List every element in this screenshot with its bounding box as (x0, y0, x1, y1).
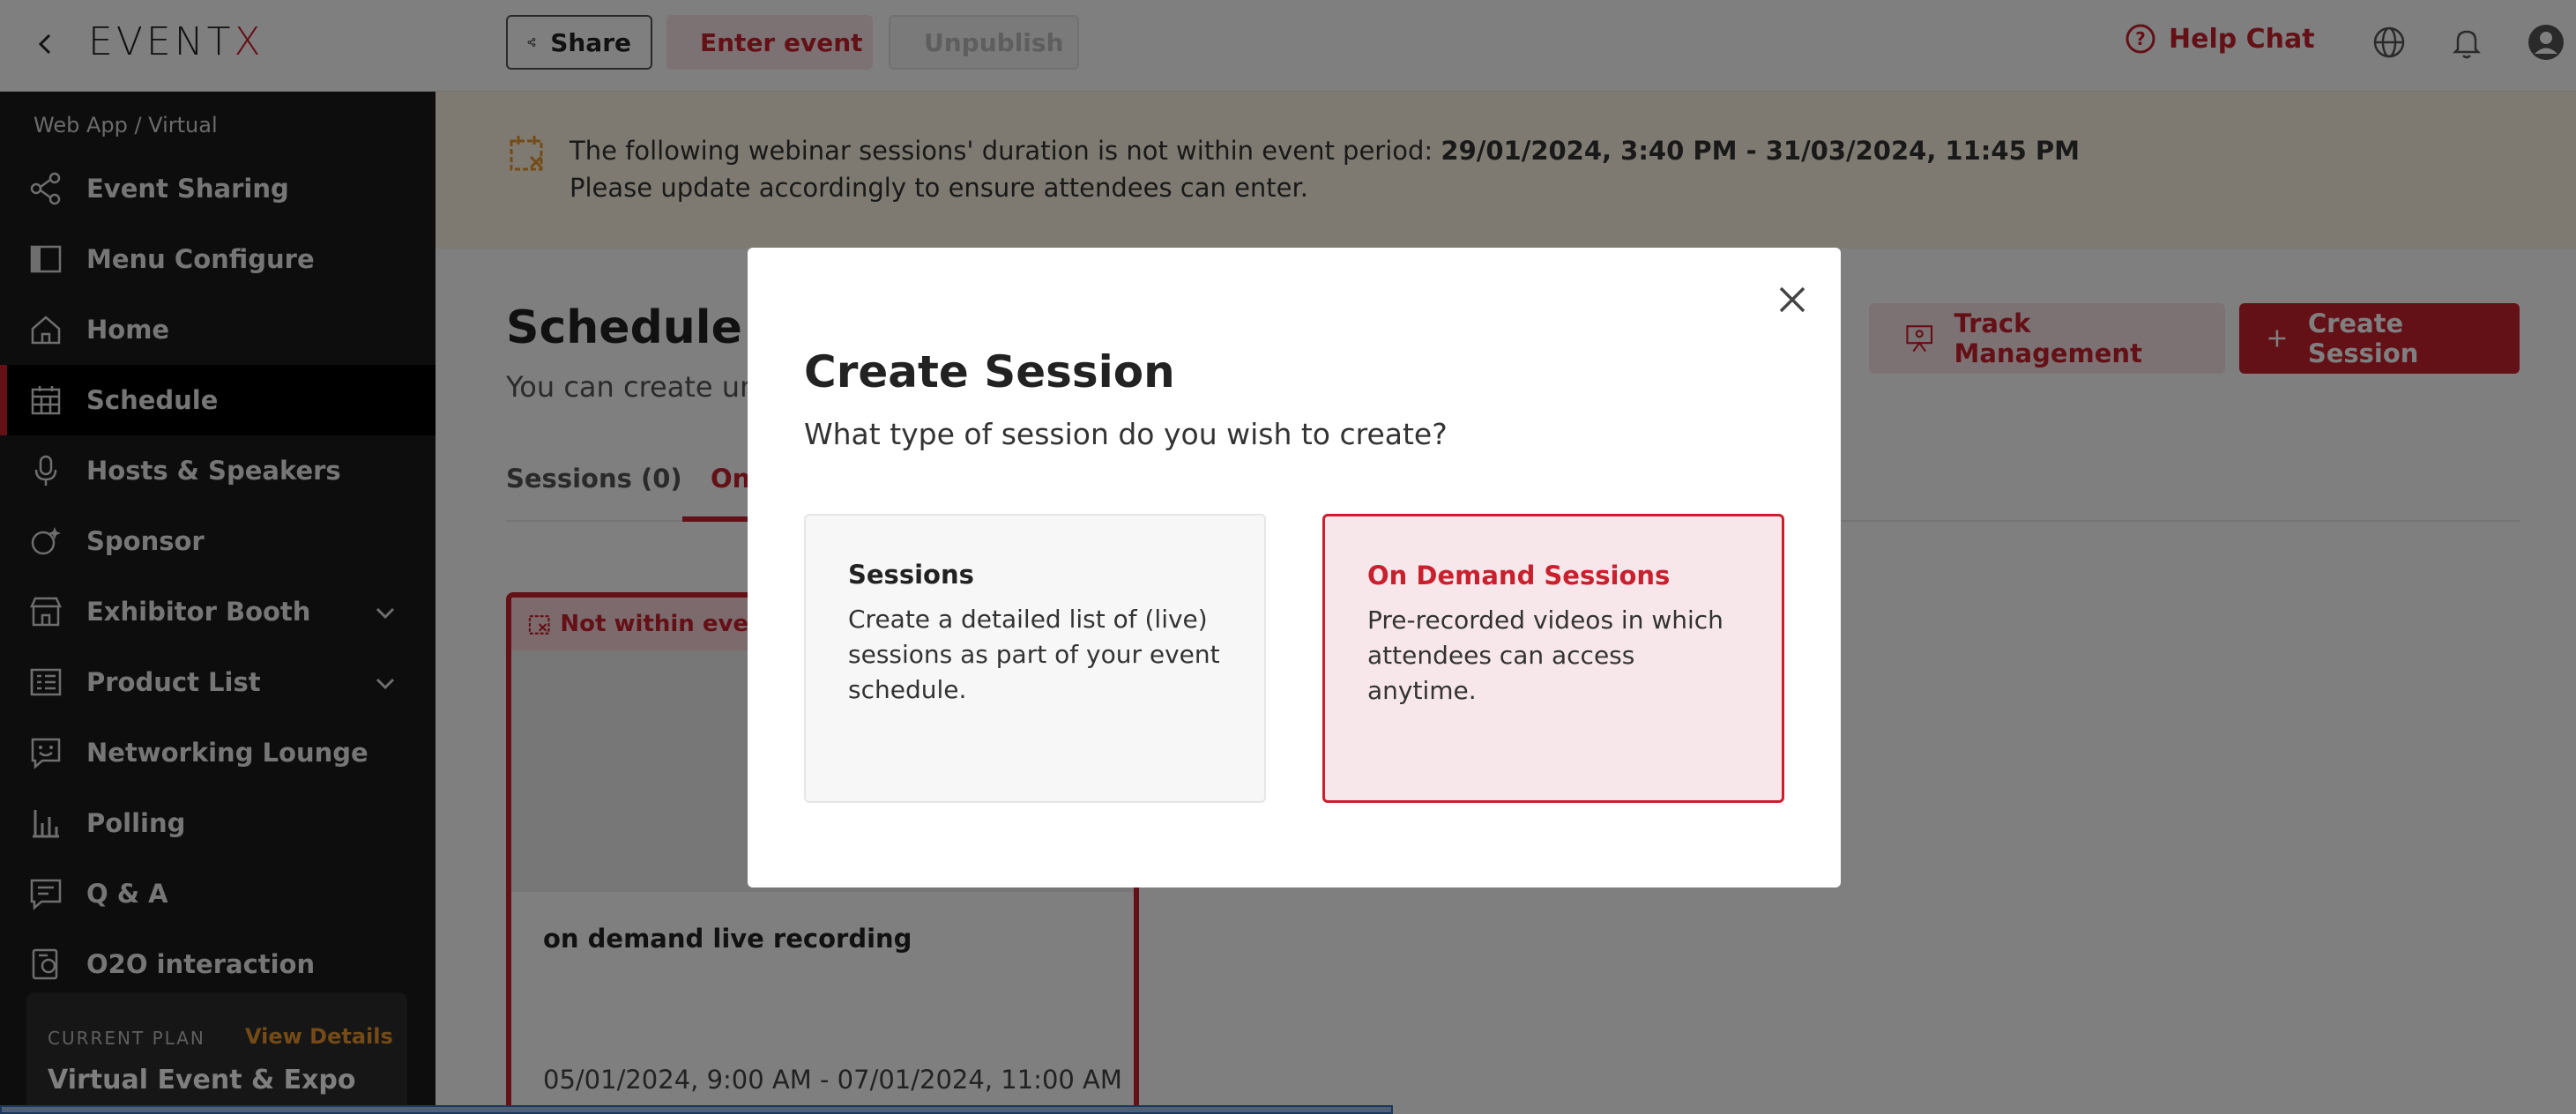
option-description: Create a detailed list of (live) session… (848, 605, 1220, 704)
create-session-modal: Create Session What type of session do y… (748, 248, 1841, 887)
option-title: Sessions (848, 560, 974, 590)
modal-subtitle: What type of session do you wish to crea… (804, 417, 1448, 451)
modal-title: Create Session (804, 346, 1175, 397)
close-icon[interactable] (1772, 279, 1813, 320)
option-on-demand-sessions[interactable]: On Demand Sessions Pre-recorded videos i… (1322, 514, 1784, 803)
option-title: On Demand Sessions (1367, 561, 1671, 590)
option-sessions[interactable]: Sessions Create a detailed list of (live… (804, 514, 1266, 803)
option-description: Pre-recorded videos in which attendees c… (1367, 605, 1724, 705)
